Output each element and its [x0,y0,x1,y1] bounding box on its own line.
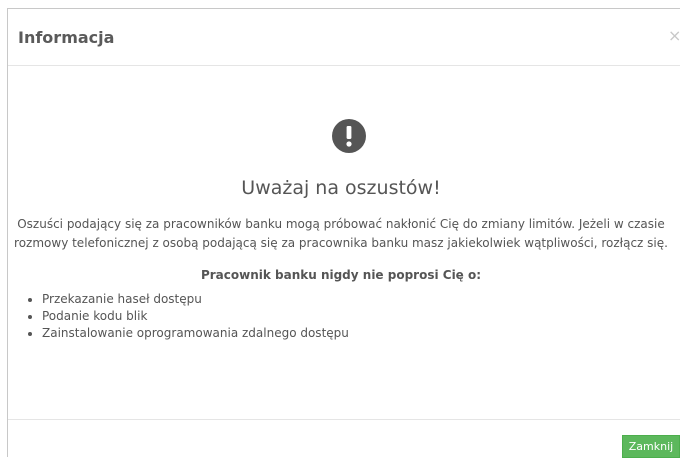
list-item-text: Zainstalowanie oprogramowania zdalnego d… [42,326,349,340]
bullet-icon [28,315,32,319]
list-item: Przekazanie haseł dostępu [28,291,349,308]
never-ask-title: Pracownik banku nigdy nie poprosi Cię o: [200,268,482,282]
footer-divider [8,419,680,420]
modal-title: Informacja [18,28,115,47]
list-item-text: Podanie kodu blik [42,309,148,323]
alert-title: Uważaj na oszustów! [241,177,441,199]
alert-paragraph-line: Oszuści podający się za pracowników bank… [17,217,665,231]
close-button[interactable]: Zamknij [622,435,680,458]
exclamation-circle-icon [332,119,366,153]
list-item: Zainstalowanie oprogramowania zdalnego d… [28,325,349,342]
list-item: Podanie kodu blik [28,308,349,325]
bullet-icon [28,298,32,302]
info-modal: Informacja × Uważaj na oszustów! Oszuści… [7,8,680,458]
never-ask-list: Przekazanie haseł dostępu Podanie kodu b… [28,291,349,342]
close-icon[interactable]: × [668,26,680,46]
modal-header: Informacja × [8,9,680,66]
bullet-icon [28,332,32,336]
alert-paragraph-line: rozmowy telefonicznej z osobą podającą s… [14,236,668,250]
alert-paragraph: Oszuści podający się za pracowników bank… [8,215,674,253]
list-item-text: Przekazanie haseł dostępu [42,292,202,306]
